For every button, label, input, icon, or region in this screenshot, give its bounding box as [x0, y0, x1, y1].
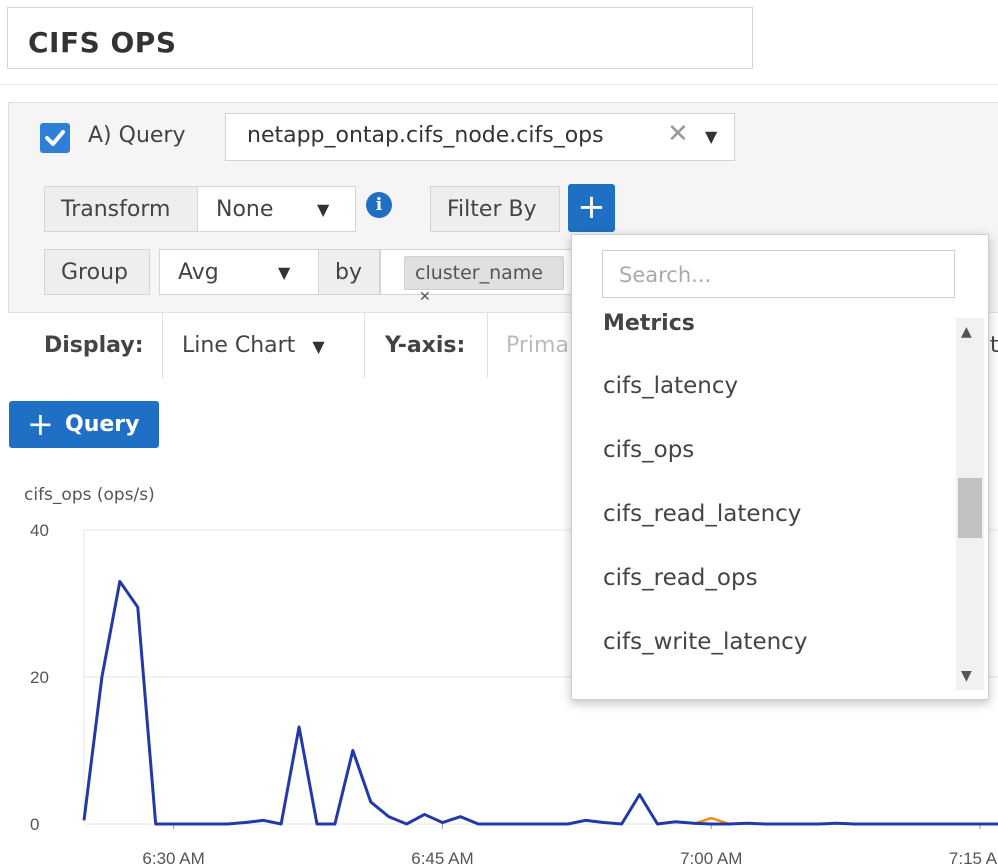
metrics-heading: Metrics [603, 311, 695, 336]
x-tick-label: 7:00 AM [680, 849, 742, 867]
group-label: Group [44, 249, 150, 295]
chevron-down-icon: ▼ [312, 337, 325, 356]
divider [162, 313, 163, 378]
info-icon[interactable]: i [366, 192, 392, 218]
group-aggregation-value: Avg [178, 260, 219, 285]
metric-option[interactable]: cifs_write_latency [603, 629, 807, 655]
checkmark-icon [45, 130, 65, 146]
add-query-label: Query [65, 412, 140, 437]
plus-icon: + [27, 405, 54, 443]
transform-select[interactable]: None ▼ [197, 186, 356, 232]
transform-value: None [216, 197, 274, 222]
display-label: Display: [44, 333, 144, 358]
metric-select-value: netapp_ontap.cifs_node.cifs_ops [247, 123, 604, 148]
group-by-tag-label: cluster_name [415, 262, 543, 284]
scroll-up-arrow-icon[interactable]: ▲ [961, 324, 972, 340]
divider [0, 84, 998, 85]
y-tick-label: 0 [30, 815, 39, 834]
add-filter-button[interactable]: + [568, 184, 615, 232]
metric-option[interactable]: cifs_read_latency [603, 501, 801, 527]
chevron-down-icon: ▼ [278, 263, 291, 282]
scroll-down-arrow-icon[interactable]: ▼ [961, 668, 972, 684]
metric-option[interactable]: cifs_ops [603, 437, 694, 463]
divider [487, 313, 488, 378]
x-tick-label: 6:30 AM [142, 849, 204, 867]
transform-label: Transform [44, 186, 198, 232]
y-axis-label: Y-axis: [385, 333, 466, 358]
remove-tag-icon[interactable]: ✕ [419, 289, 431, 305]
group-aggregation-select[interactable]: Avg ▼ [159, 249, 319, 295]
metric-option[interactable]: cifs_read_ops [603, 565, 758, 591]
add-query-button[interactable]: + Query [9, 401, 159, 448]
metric-search-input[interactable]: Search... [602, 250, 955, 298]
group-by-label: by [318, 249, 380, 295]
clear-metric-icon[interactable]: ✕ [667, 119, 689, 149]
panel-title-input[interactable]: CIFS OPS [7, 7, 753, 69]
divider [364, 313, 365, 378]
y-axis-select[interactable]: Prima [506, 333, 569, 358]
query-enabled-checkbox[interactable] [40, 123, 70, 153]
filter-by-label: Filter By [430, 186, 560, 232]
metric-dropdown-caret-icon[interactable]: ▼ [705, 127, 717, 146]
query-label: A) Query [88, 123, 186, 148]
chart-y-axis-title: cifs_ops (ops/s) [24, 485, 155, 505]
y-tick-label: 40 [30, 521, 49, 540]
y-tick-label: 20 [30, 668, 49, 687]
chart-type-value: Line Chart [182, 333, 296, 358]
x-tick-label: 6:45 AM [411, 849, 473, 867]
truncated-text: t [990, 333, 998, 358]
dropdown-scrollbar-thumb[interactable] [958, 478, 982, 538]
group-by-tag: cluster_name ✕ [404, 256, 564, 305]
metric-option[interactable]: cifs_latency [603, 373, 738, 399]
chevron-down-icon: ▼ [317, 200, 330, 219]
chart-type-select[interactable]: Line Chart ▼ [182, 333, 325, 358]
x-tick-label: 7:15 AM [949, 849, 998, 867]
